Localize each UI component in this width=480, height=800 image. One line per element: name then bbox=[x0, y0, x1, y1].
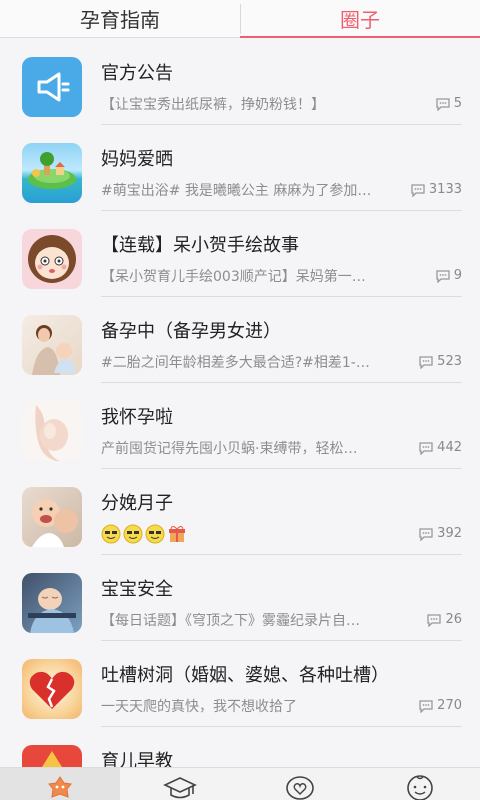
heart-chat-icon bbox=[286, 776, 314, 800]
pregnant-belly-image bbox=[22, 401, 82, 461]
comment-icon bbox=[419, 527, 433, 541]
cool-face-emoji-icon bbox=[123, 524, 143, 544]
item-subtitle: 产前囤货记得先囤小贝蜗·束缚带，轻松… bbox=[101, 441, 358, 457]
comment-icon bbox=[419, 699, 433, 713]
comment-count-value: 26 bbox=[445, 612, 462, 627]
list-item-pregnant[interactable]: 我怀孕啦 产前囤货记得先囤小贝蜗·束缚带，轻松… 442 bbox=[0, 383, 480, 469]
list-item-tree-hole[interactable]: 吐槽树洞（婚姻、婆媳、各种吐槽） 一天天爬的真快，我不想收拾了 270 bbox=[0, 641, 480, 727]
item-subtitle: 【让宝宝秀出纸尿裤，挣奶粉钱！】 bbox=[101, 97, 325, 113]
comment-icon bbox=[427, 613, 442, 627]
comment-count: 26 bbox=[426, 612, 462, 627]
item-title: 妈妈爱晒 bbox=[101, 149, 173, 170]
comment-count-value: 392 bbox=[437, 526, 462, 541]
home-icon bbox=[48, 776, 72, 798]
item-title: 备孕中（备孕男女进） bbox=[101, 321, 281, 342]
comment-icon bbox=[419, 441, 433, 455]
nav-profile[interactable] bbox=[360, 768, 480, 800]
comment-count: 523 bbox=[418, 354, 462, 369]
comment-count-value: 5 bbox=[453, 96, 462, 111]
item-subtitle: #二胎之间年龄相差多大最合适?#相差1-… bbox=[101, 355, 370, 371]
comment-count: 442 bbox=[418, 440, 462, 455]
list-item-preparing-pregnancy[interactable]: 备孕中（备孕男女进） #二胎之间年龄相差多大最合适?#相差1-… 523 bbox=[0, 297, 480, 383]
list-item-serial-story[interactable]: 【连载】呆小贺手绘故事 【呆小贺育儿手绘003顺产记】呆妈第一… 9 bbox=[0, 211, 480, 297]
item-title: 分娩月子 bbox=[101, 493, 173, 514]
nav-school[interactable] bbox=[120, 768, 240, 800]
list-item-early-education[interactable]: 育儿早教 bbox=[0, 727, 480, 767]
item-title: 官方公告 bbox=[101, 63, 173, 84]
item-subtitle: 【每日话题】《穹顶之下》雾霾纪录片自… bbox=[101, 613, 360, 629]
item-title: 宝宝安全 bbox=[101, 579, 173, 600]
tab-circles[interactable]: 圈子 bbox=[240, 0, 480, 38]
comment-icon bbox=[411, 183, 425, 197]
top-tab-bar: 孕育指南 圈子 bbox=[0, 0, 480, 38]
bottom-nav-bar bbox=[0, 767, 480, 800]
early-education-icon bbox=[22, 745, 82, 767]
item-subtitle: 一天天爬的真快，我不想收拾了 bbox=[101, 699, 297, 715]
megaphone-icon bbox=[22, 57, 82, 117]
comment-count: 392 bbox=[418, 526, 462, 541]
sleeping-baby-image bbox=[22, 573, 82, 633]
comment-count: 3133 bbox=[410, 182, 462, 197]
item-subtitle: #萌宝出浴# 我是曦曦公主 麻麻为了参加… bbox=[101, 183, 372, 199]
item-subtitle: 【呆小贺育儿手绘003顺产记】呆妈第一… bbox=[101, 269, 366, 285]
graduation-cap-icon bbox=[163, 777, 197, 799]
comment-count-value: 3133 bbox=[428, 182, 462, 197]
item-title: 吐槽树洞（婚姻、婆媳、各种吐槽） bbox=[101, 665, 387, 686]
comment-count: 5 bbox=[435, 96, 462, 111]
nav-home[interactable] bbox=[0, 768, 120, 800]
mother-baby-image bbox=[22, 315, 82, 375]
circle-list[interactable]: 官方公告 【让宝宝秀出纸尿裤，挣奶粉钱！】 5 妈妈爱晒 #萌宝出浴# 我是曦曦… bbox=[0, 39, 480, 767]
comment-count-value: 270 bbox=[437, 698, 462, 713]
comment-icon bbox=[436, 269, 450, 283]
item-title: 我怀孕啦 bbox=[101, 407, 173, 428]
broken-heart-icon bbox=[22, 659, 82, 719]
baby-face-icon bbox=[407, 775, 433, 800]
tab-pregnancy-guide[interactable]: 孕育指南 bbox=[0, 0, 240, 37]
comment-count-value: 9 bbox=[453, 268, 462, 283]
laughing-baby-image bbox=[22, 487, 82, 547]
list-item-moms-share[interactable]: 妈妈爱晒 #萌宝出浴# 我是曦曦公主 麻麻为了参加… 3133 bbox=[0, 125, 480, 211]
item-title: 育儿早教 bbox=[101, 751, 173, 767]
island-image bbox=[22, 143, 82, 203]
comment-count: 270 bbox=[418, 698, 462, 713]
cartoon-girl-image bbox=[22, 229, 82, 289]
gift-emoji-icon bbox=[169, 526, 185, 542]
emoji-subtitle bbox=[101, 524, 411, 544]
list-item-childbirth[interactable]: 分娩月子 392 bbox=[0, 469, 480, 555]
cool-face-emoji-icon bbox=[101, 524, 121, 544]
comment-count: 9 bbox=[435, 268, 462, 283]
nav-circle[interactable] bbox=[240, 768, 360, 800]
comment-icon bbox=[419, 355, 433, 369]
comment-count-value: 523 bbox=[437, 354, 462, 369]
comment-icon bbox=[436, 97, 450, 111]
comment-count-value: 442 bbox=[437, 440, 462, 455]
cool-face-emoji-icon bbox=[145, 524, 165, 544]
item-title: 【连载】呆小贺手绘故事 bbox=[101, 235, 299, 256]
list-item-announcement[interactable]: 官方公告 【让宝宝秀出纸尿裤，挣奶粉钱！】 5 bbox=[0, 39, 480, 125]
list-item-baby-safety[interactable]: 宝宝安全 【每日话题】《穹顶之下》雾霾纪录片自… 26 bbox=[0, 555, 480, 641]
